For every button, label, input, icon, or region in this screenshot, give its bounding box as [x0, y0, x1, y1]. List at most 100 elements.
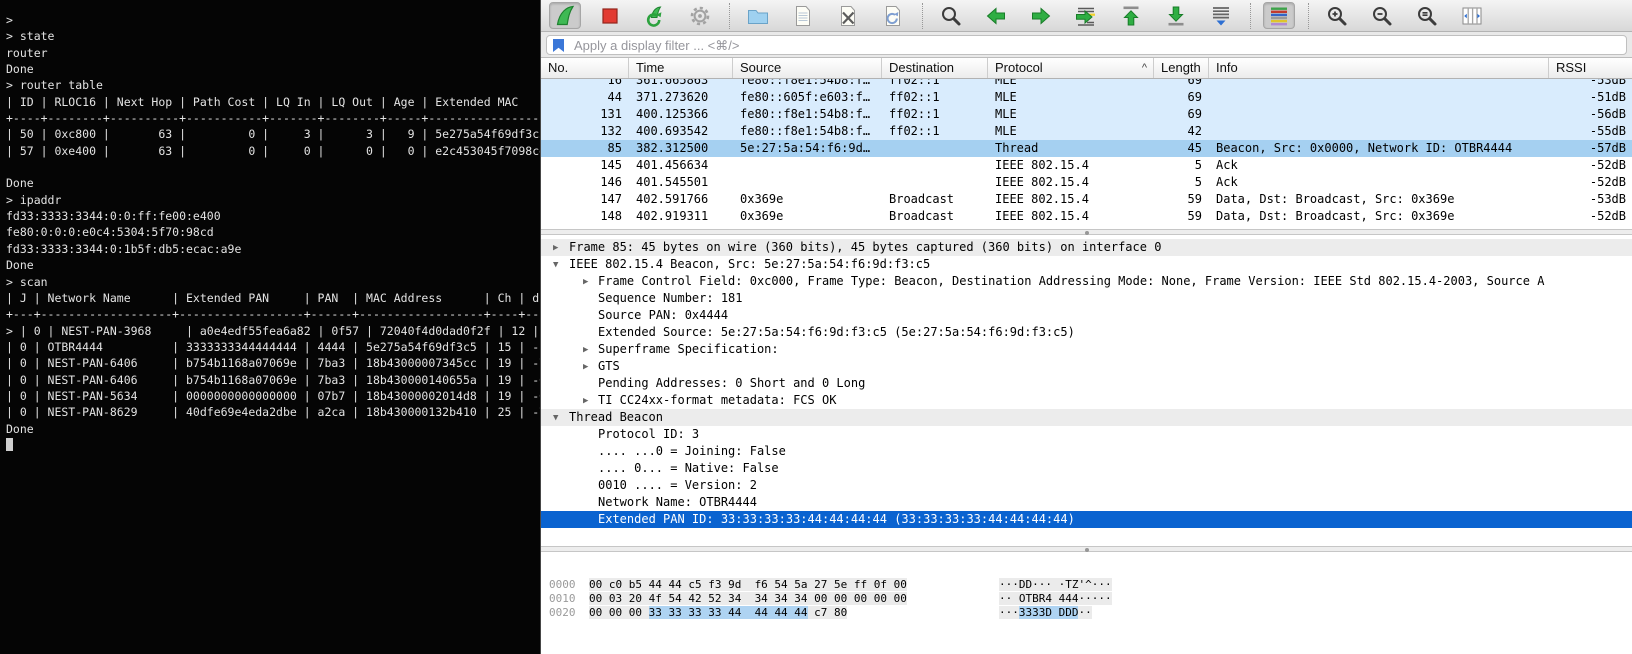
filter-bookmark-icon[interactable]	[552, 38, 565, 53]
detail-tree-row[interactable]: ▼IEEE 802.15.4 Beacon, Src: 5e:27:5a:54:…	[541, 256, 1632, 273]
splitter-handle-icon[interactable]	[1085, 548, 1089, 552]
column-header-source[interactable]: Source	[733, 58, 882, 78]
terminal-line: | 0 | OTBR4444 | 3333333344444444 | 4444…	[6, 339, 540, 355]
packet-row[interactable]: 132400.693542fe80::f8e1:54b8:f…ff02::1ML…	[541, 123, 1632, 140]
arrow-right-icon	[1029, 4, 1053, 28]
stop-capture-button[interactable]	[594, 2, 626, 29]
detail-tree-row[interactable]: ▼Thread Beacon	[541, 409, 1632, 426]
packet-bytes-pane[interactable]: 000000 c0 b5 44 44 c5 f3 9d f6 54 5a 27 …	[541, 552, 1632, 654]
terminal-line: > | 0 | NEST-PAN-3968 | a0e4edf55fea6a82…	[6, 323, 540, 339]
packet-cell-source: 0x369e	[733, 208, 882, 225]
colorize-packets-button[interactable]	[1263, 2, 1295, 29]
column-header-time[interactable]: Time	[629, 58, 733, 78]
sort-ascending-icon: ^	[1142, 58, 1153, 78]
detail-tree-row[interactable]: Extended Source: 5e:27:5a:54:f6:9d:f3:c5…	[541, 324, 1632, 341]
open-capture-file-button[interactable]	[742, 2, 774, 29]
terminal-line: | ID | RLOC16 | Next Hop | Path Cost | L…	[6, 94, 540, 110]
packet-cell-destination: ff02::1	[882, 79, 988, 89]
start-capture-button[interactable]	[549, 2, 581, 29]
restart-capture-button[interactable]	[639, 2, 671, 29]
go-next-packet-button[interactable]	[1025, 2, 1057, 29]
capture-options-button[interactable]	[684, 2, 716, 29]
column-header-no[interactable]: No.	[541, 58, 629, 78]
expander-open-icon[interactable]: ▼	[553, 410, 558, 426]
detail-tree-row[interactable]: .... 0... = Native: False	[541, 460, 1632, 477]
go-previous-packet-button[interactable]	[980, 2, 1012, 29]
pane-splitter[interactable]	[541, 229, 1632, 235]
column-header-protocol[interactable]: Protocol ^	[988, 58, 1154, 78]
packet-row[interactable]: 85382.3125005e:27:5a:54:f6:9d…Thread45Be…	[541, 140, 1632, 157]
detail-tree-row[interactable]: 0010 .... = Version: 2	[541, 477, 1632, 494]
save-capture-file-button[interactable]	[787, 2, 819, 29]
column-header-rssi[interactable]: RSSI	[1549, 58, 1632, 78]
reload-capture-file-button[interactable]	[877, 2, 909, 29]
go-last-packet-button[interactable]	[1160, 2, 1192, 29]
detail-tree-row[interactable]: ▶TI CC24xx-format metadata: FCS OK	[541, 392, 1632, 409]
packet-row[interactable]: 16361.665863fe80::f8e1:54b8:f…ff02::1MLE…	[541, 79, 1632, 89]
terminal-line: fe80:0:0:0:e0c4:5304:5f70:98cd	[6, 224, 540, 240]
magnifier-plus-icon	[1325, 4, 1349, 28]
display-filter-input[interactable]	[546, 35, 1627, 55]
detail-tree-row[interactable]: Pending Addresses: 0 Short and 0 Long	[541, 375, 1632, 392]
resize-columns-button[interactable]	[1456, 2, 1488, 29]
go-to-packet-button[interactable]	[1070, 2, 1102, 29]
detail-tree-row[interactable]: ▶Superframe Specification:	[541, 341, 1632, 358]
detail-text: Protocol ID: 3	[598, 426, 699, 443]
detail-tree-row[interactable]: Source PAN: 0x4444	[541, 307, 1632, 324]
expander-closed-icon[interactable]: ▶	[583, 274, 588, 290]
document-close-icon	[836, 4, 860, 28]
detail-text: .... 0... = Native: False	[598, 460, 779, 477]
detail-tree-row[interactable]: ▶Frame Control Field: 0xc000, Frame Type…	[541, 273, 1632, 290]
go-first-packet-button[interactable]	[1115, 2, 1147, 29]
hex-row[interactable]: 001000 03 20 4f 54 42 52 34 34 34 34 00 …	[541, 592, 1632, 606]
column-header-label: Protocol	[995, 58, 1043, 78]
packet-row[interactable]: 146401.545501IEEE 802.15.45Ack-52dB	[541, 174, 1632, 191]
column-header-destination[interactable]: Destination	[882, 58, 988, 78]
expander-closed-icon[interactable]: ▶	[553, 240, 558, 256]
zoom-original-button[interactable]	[1411, 2, 1443, 29]
detail-tree-row[interactable]: ▶GTS	[541, 358, 1632, 375]
packet-list[interactable]: 16361.665863fe80::f8e1:54b8:f…ff02::1MLE…	[541, 79, 1632, 229]
find-packet-button[interactable]	[935, 2, 967, 29]
hex-row[interactable]: 000000 c0 b5 44 44 c5 f3 9d f6 54 5a 27 …	[541, 578, 1632, 592]
packet-cell-rssi: -57dB	[1549, 140, 1632, 157]
scroll-follow-icon	[1209, 4, 1233, 28]
detail-tree-row[interactable]: Extended PAN ID: 33:33:33:33:44:44:44:44…	[541, 511, 1632, 528]
splitter-handle-icon[interactable]	[1085, 231, 1089, 235]
packet-cell-protocol: IEEE 802.15.4	[988, 208, 1154, 225]
expander-closed-icon[interactable]: ▶	[583, 342, 588, 358]
detail-tree-row[interactable]: .... ...0 = Joining: False	[541, 443, 1632, 460]
detail-tree-row[interactable]: Network Name: OTBR4444	[541, 494, 1632, 511]
packet-detail-pane[interactable]: ▶Frame 85: 45 bytes on wire (360 bits), …	[541, 236, 1632, 546]
detail-tree-row[interactable]: Protocol ID: 3	[541, 426, 1632, 443]
expander-open-icon[interactable]: ▼	[553, 257, 558, 273]
terminal-window[interactable]: >> staterouterDone> router table| ID | R…	[0, 0, 540, 654]
packet-row[interactable]: 147402.5917660x369eBroadcastIEEE 802.15.…	[541, 191, 1632, 208]
packet-cell-length: 59	[1154, 191, 1209, 208]
hex-row[interactable]: 002000 00 00 33 33 33 33 44 44 44 44 c7 …	[541, 606, 1632, 620]
terminal-line: router	[6, 45, 540, 61]
auto-scroll-live-button[interactable]	[1205, 2, 1237, 29]
packet-cell-destination	[882, 174, 988, 191]
column-header-length[interactable]: Length	[1154, 58, 1209, 78]
packet-row[interactable]: 148402.9193110x369eBroadcastIEEE 802.15.…	[541, 208, 1632, 225]
packet-row[interactable]: 44371.273620fe80::605f:e603:f…ff02::1MLE…	[541, 89, 1632, 106]
expander-closed-icon[interactable]: ▶	[583, 393, 588, 409]
packet-cell-source: fe80::605f:e603:f…	[733, 89, 882, 106]
packet-cell-info	[1209, 79, 1549, 89]
packet-cell-time: 401.545501	[629, 174, 733, 191]
packet-cell-no: 44	[541, 89, 629, 106]
zoom-in-button[interactable]	[1321, 2, 1353, 29]
packet-cell-length: 5	[1154, 174, 1209, 191]
close-capture-file-button[interactable]	[832, 2, 864, 29]
arrow-down-bar-icon	[1164, 4, 1188, 28]
expander-closed-icon[interactable]: ▶	[583, 359, 588, 375]
pane-splitter[interactable]	[541, 546, 1632, 552]
column-header-info[interactable]: Info	[1209, 58, 1549, 78]
packet-row[interactable]: 131400.125366fe80::f8e1:54b8:f…ff02::1ML…	[541, 106, 1632, 123]
detail-tree-row[interactable]: ▶Frame 85: 45 bytes on wire (360 bits), …	[541, 239, 1632, 256]
zoom-out-button[interactable]	[1366, 2, 1398, 29]
ascii-selected-bytes: 3333D DDD	[1019, 606, 1079, 619]
detail-tree-row[interactable]: Sequence Number: 181	[541, 290, 1632, 307]
packet-row[interactable]: 145401.456634IEEE 802.15.45Ack-52dB	[541, 157, 1632, 174]
